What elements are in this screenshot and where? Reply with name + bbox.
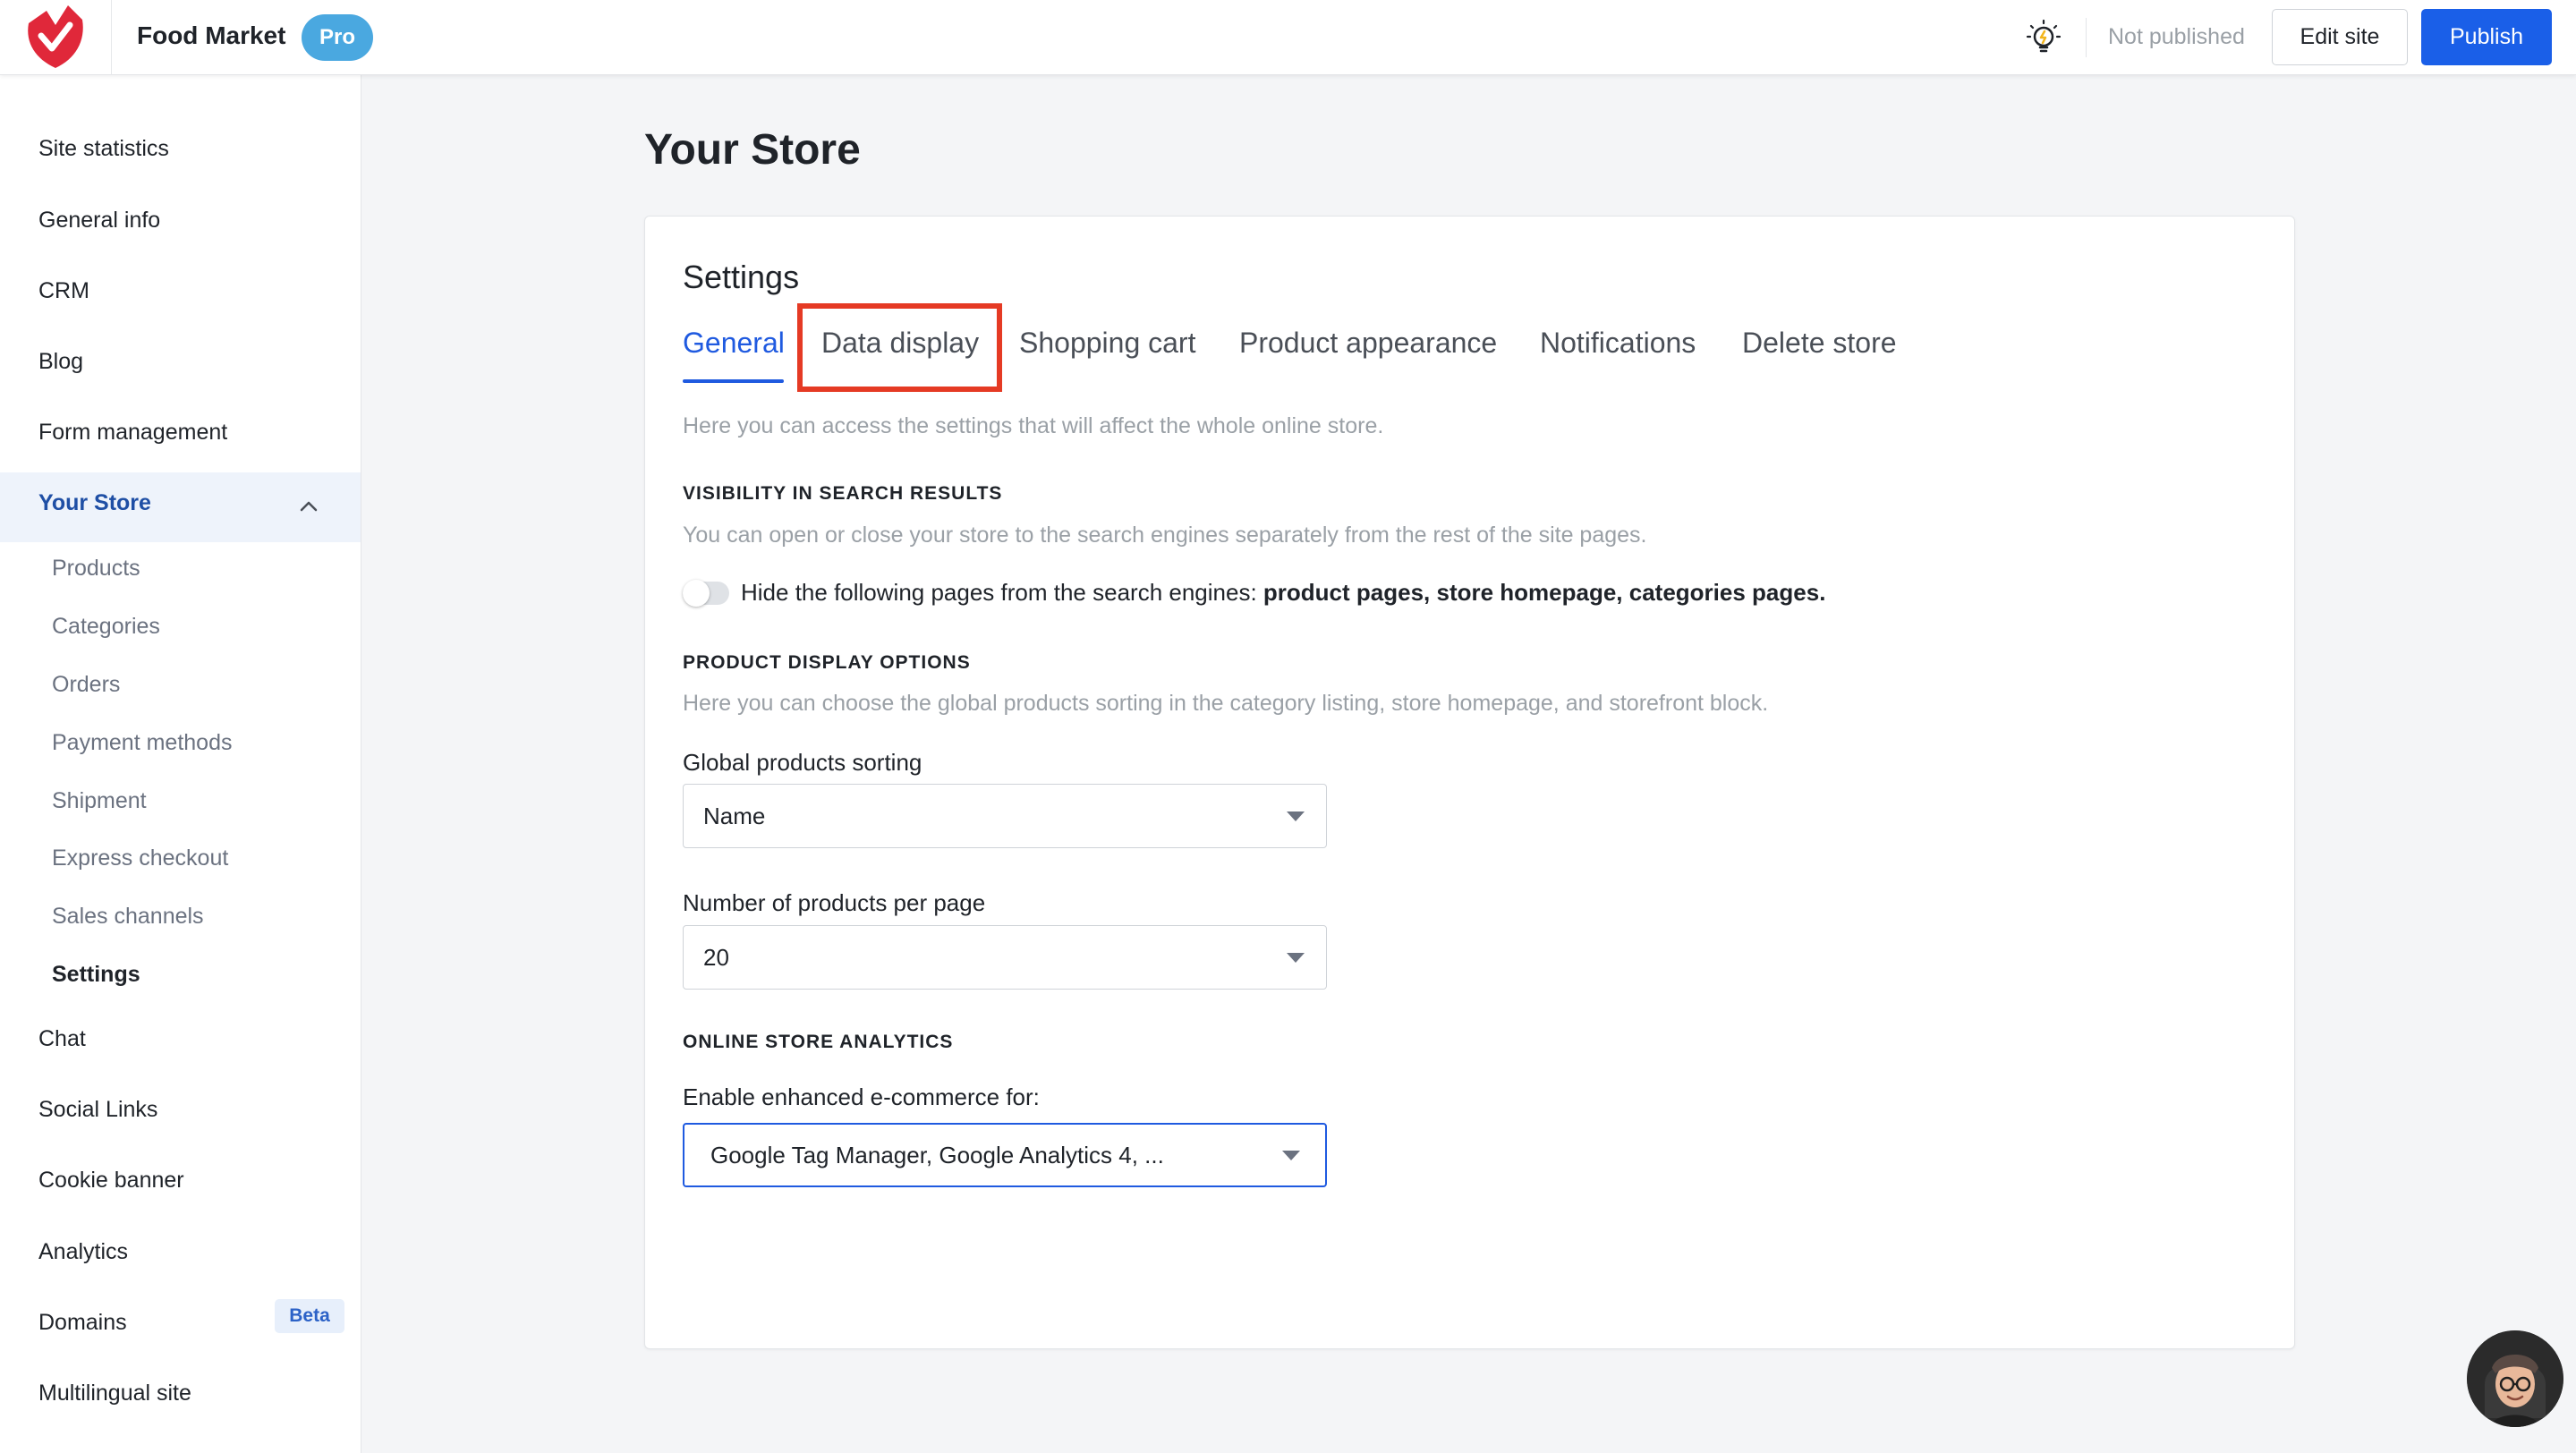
sidebar-subitem-express-checkout[interactable]: Express checkout bbox=[52, 845, 228, 871]
enhanced-ecommerce-label: Enable enhanced e-commerce for: bbox=[683, 1083, 1040, 1110]
publish-button[interactable]: Publish bbox=[2421, 9, 2552, 65]
enhanced-ecommerce-select[interactable]: Google Tag Manager, Google Analytics 4, … bbox=[683, 1123, 1327, 1187]
sidebar-item-analytics[interactable]: Analytics bbox=[38, 1239, 128, 1265]
per-page-select-value: 20 bbox=[703, 944, 729, 971]
analytics-heading: ONLINE STORE ANALYTICS bbox=[683, 1032, 954, 1052]
hide-pages-toggle[interactable] bbox=[683, 580, 729, 607]
sidebar-item-blog[interactable]: Blog bbox=[38, 349, 83, 375]
sidebar-subitem-categories[interactable]: Categories bbox=[52, 614, 160, 640]
visibility-description: You can open or close your store to the … bbox=[683, 523, 1647, 548]
sidebar-item-site-statistics[interactable]: Site statistics bbox=[38, 136, 169, 162]
lightbulb-icon[interactable] bbox=[2024, 18, 2063, 57]
sidebar-item-chat[interactable]: Chat bbox=[38, 1026, 86, 1052]
sidebar-item-domains[interactable]: Domains bbox=[38, 1310, 127, 1336]
sidebar-item-crm[interactable]: CRM bbox=[38, 278, 89, 304]
topbar-divider bbox=[2086, 18, 2087, 57]
sorting-label: Global products sorting bbox=[683, 749, 922, 776]
product-display-heading: PRODUCT DISPLAY OPTIONS bbox=[683, 652, 971, 673]
hide-pages-label-text: Hide the following pages from the search… bbox=[741, 579, 1263, 606]
sidebar: Site statistics General info CRM Blog Fo… bbox=[0, 75, 361, 1453]
product-display-description: Here you can choose the global products … bbox=[683, 691, 1769, 716]
sorting-select[interactable]: Name bbox=[683, 784, 1327, 848]
sidebar-item-form-management[interactable]: Form management bbox=[38, 420, 227, 446]
caret-down-icon bbox=[1282, 1151, 1300, 1160]
page-title: Your Store bbox=[644, 126, 861, 174]
logo-icon[interactable] bbox=[23, 4, 88, 70]
sidebar-item-multilingual-site[interactable]: Multilingual site bbox=[38, 1381, 191, 1406]
tab-shopping-cart[interactable]: Shopping cart bbox=[1019, 327, 1195, 360]
per-page-label: Number of products per page bbox=[683, 889, 986, 916]
caret-down-icon bbox=[1287, 953, 1305, 963]
sidebar-subitem-products[interactable]: Products bbox=[52, 556, 140, 582]
pro-badge: Pro bbox=[302, 14, 374, 61]
support-avatar[interactable] bbox=[2467, 1330, 2563, 1427]
chevron-up-icon[interactable] bbox=[298, 496, 319, 517]
toggle-knob bbox=[683, 580, 710, 607]
sorting-select-value: Name bbox=[703, 803, 766, 829]
sidebar-subitem-shipment[interactable]: Shipment bbox=[52, 788, 147, 814]
sidebar-item-general-info[interactable]: General info bbox=[38, 208, 160, 234]
tab-delete-store[interactable]: Delete store bbox=[1742, 327, 1897, 360]
visibility-heading: VISIBILITY IN SEARCH RESULTS bbox=[683, 483, 1003, 504]
sidebar-subitem-orders[interactable]: Orders bbox=[52, 672, 120, 698]
per-page-select[interactable]: 20 bbox=[683, 925, 1327, 990]
tab-product-appearance[interactable]: Product appearance bbox=[1239, 327, 1497, 360]
sidebar-item-cookie-banner[interactable]: Cookie banner bbox=[38, 1168, 184, 1194]
settings-title: Settings bbox=[683, 259, 800, 295]
sidebar-item-your-store[interactable]: Your Store bbox=[38, 490, 151, 516]
caret-down-icon bbox=[1287, 811, 1305, 821]
hide-pages-label-bold: product pages, store homepage, categorie… bbox=[1262, 579, 1826, 606]
sidebar-item-social-links[interactable]: Social Links bbox=[38, 1097, 157, 1123]
tab-notifications[interactable]: Notifications bbox=[1540, 327, 1696, 360]
avatar-illustration-icon bbox=[2467, 1330, 2563, 1427]
sidebar-subitem-sales-channels[interactable]: Sales channels bbox=[52, 904, 204, 930]
sidebar-subitem-settings[interactable]: Settings bbox=[52, 962, 140, 988]
hide-pages-label[interactable]: Hide the following pages from the search… bbox=[741, 579, 1825, 607]
beta-badge: Beta bbox=[275, 1299, 344, 1333]
active-tab-indicator bbox=[683, 379, 784, 383]
edit-site-button[interactable]: Edit site bbox=[2272, 9, 2408, 65]
tab-general[interactable]: General bbox=[683, 327, 785, 360]
site-name[interactable]: Food Market bbox=[137, 21, 285, 50]
logo-divider bbox=[111, 0, 112, 75]
annotation-highlight-box bbox=[797, 303, 1002, 392]
enhanced-ecommerce-select-value: Google Tag Manager, Google Analytics 4, … bbox=[710, 1142, 1164, 1168]
general-intro-text: Here you can access the settings that wi… bbox=[683, 413, 1384, 438]
publish-status: Not published bbox=[2108, 24, 2245, 49]
top-bar: Food Market Pro Not published Edit site … bbox=[0, 0, 2576, 75]
sidebar-subitem-payment-methods[interactable]: Payment methods bbox=[52, 730, 233, 756]
